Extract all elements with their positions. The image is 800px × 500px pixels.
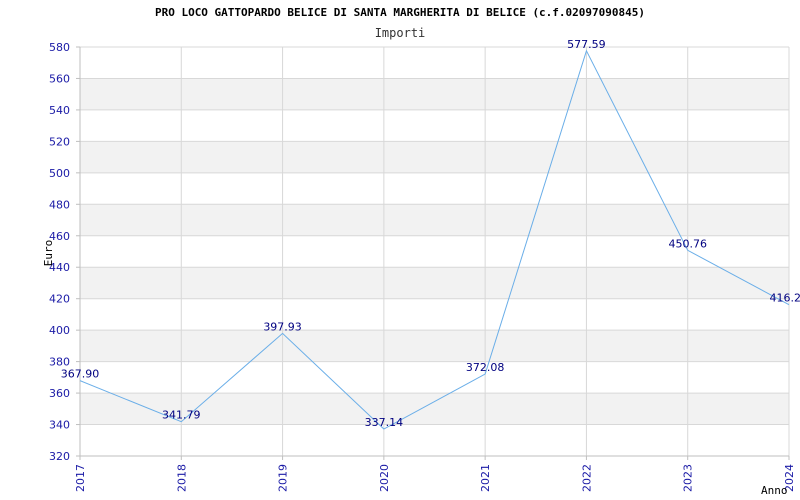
x-axis-label: Anno	[761, 484, 788, 497]
data-label: 337.14	[365, 416, 404, 429]
data-label: 397.93	[263, 320, 302, 333]
grid-band	[80, 330, 789, 362]
x-tick-label: 2020	[378, 464, 391, 492]
x-tick-label: 2023	[682, 464, 695, 492]
y-tick-label: 540	[49, 104, 70, 117]
x-tick-label: 2021	[479, 464, 492, 492]
y-tick-label: 340	[49, 419, 70, 432]
grid-band	[80, 141, 789, 173]
y-tick-label: 500	[49, 167, 70, 180]
y-axis-label: Euro	[42, 240, 55, 267]
chart-title: PRO LOCO GATTOPARDO BELICE DI SANTA MARG…	[155, 6, 645, 19]
chart-page: 320 340 360 380 400 420 440 460 480 500 520 540 560 5…	[0, 0, 800, 500]
data-label: 341.79	[162, 409, 201, 422]
y-tick-label: 320	[49, 450, 70, 463]
data-label: 577.59	[567, 38, 606, 51]
y-tick-label: 580	[49, 41, 70, 54]
x-tick-labels: 2017 2018 2019 2020 2021 2022 2023 2024	[74, 464, 796, 492]
grid-band	[80, 267, 789, 299]
grid-band	[80, 204, 789, 236]
data-label: 372.08	[466, 361, 505, 374]
y-tick-label: 420	[49, 293, 70, 306]
data-label: 367.90	[61, 368, 100, 381]
y-tick-label: 480	[49, 198, 70, 211]
grid-band	[80, 78, 789, 110]
x-tick-label: 2022	[580, 464, 593, 492]
y-tick-label: 360	[49, 387, 70, 400]
background-bands	[80, 78, 789, 425]
x-tick-label: 2018	[175, 464, 188, 492]
line-chart: 3203403603804004204404604805005205405605…	[42, 6, 800, 497]
y-tick-label: 400	[49, 324, 70, 337]
x-tick-label: 2017	[74, 464, 87, 492]
x-tick-label: 2019	[277, 464, 290, 492]
data-label: 416.2	[770, 292, 800, 305]
y-tick-label: 560	[49, 72, 70, 85]
y-tick-label: 520	[49, 135, 70, 148]
chart-subtitle: Importi	[375, 26, 426, 40]
data-label: 450.76	[668, 237, 707, 250]
